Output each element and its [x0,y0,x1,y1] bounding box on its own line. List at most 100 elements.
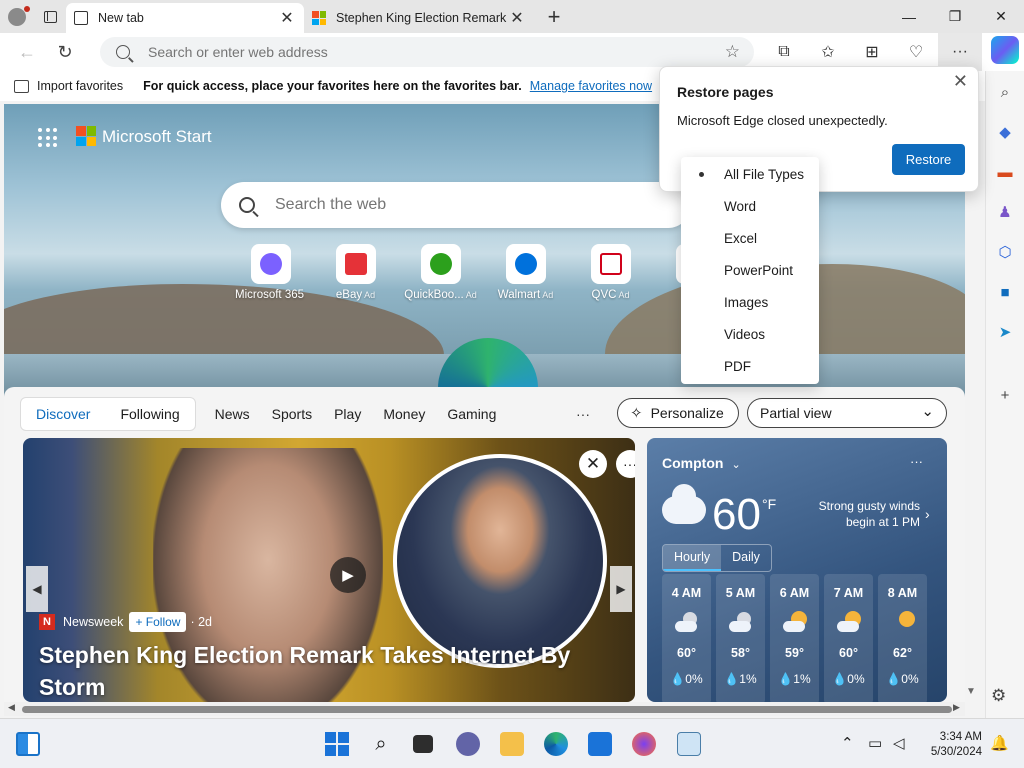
add-sidebar-app-icon[interactable]: + [995,385,1015,405]
chevron-right-icon[interactable]: › [925,506,930,522]
import-favorites-button[interactable]: Import favorites [37,79,123,93]
forecast-hour: 8 AM 62° 💧0% [878,574,927,702]
tools-icon[interactable]: ▬ [995,162,1015,182]
weather-more-icon[interactable]: ··· [910,454,923,469]
source-name[interactable]: Newsweek [63,615,123,629]
store-icon[interactable] [588,732,612,756]
scroll-right-icon[interactable]: ▶ [953,702,960,713]
restore-window-icon[interactable]: ❐ [932,0,978,33]
weather-location[interactable]: Compton ⌄ [662,455,741,471]
scroll-down-icon[interactable]: ▼ [966,686,976,697]
horizontal-scrollbar[interactable]: ◀ ▶ [4,702,965,716]
notification-icon[interactable]: 🔔 [990,734,1009,752]
close-window-icon[interactable]: ✕ [978,0,1024,33]
tab-actions-icon[interactable] [34,0,66,33]
quicklink-label: Microsoft 365 [234,289,305,301]
close-tab-icon[interactable]: ✕ [278,8,296,28]
quicklink-qvc[interactable]: QVC Ad [568,244,653,301]
close-tab-icon[interactable]: ✕ [508,8,526,28]
nav-money[interactable]: Money [372,406,436,422]
microsoft-start-title[interactable]: Microsoft Start [102,127,212,147]
sun-cloud-icon [782,611,807,632]
menu-item-word[interactable]: Word [724,199,756,214]
microsoft-365-icon[interactable]: ⬡ [995,242,1015,262]
copilot-icon[interactable] [991,36,1019,64]
nav-gaming[interactable]: Gaming [436,406,507,422]
chevron-left-icon[interactable]: ◀ [26,566,48,612]
close-icon[interactable]: ✕ [579,450,607,478]
outlook-icon[interactable]: ■ [995,282,1015,302]
quicklink-quickbooks[interactable]: QuickBoo... Ad [398,244,483,301]
nav-play[interactable]: Play [323,406,372,422]
nav-news[interactable]: News [204,406,261,422]
new-tab-icon[interactable]: + [534,0,574,33]
hour-time: 8 AM [887,586,918,600]
task-view-icon[interactable] [413,735,433,753]
feed-more-icon[interactable]: ··· [576,406,590,422]
photos-icon[interactable] [677,732,701,756]
chevron-up-icon[interactable]: ⌃ [841,734,854,752]
chevron-right-icon[interactable]: ▶ [610,566,632,612]
quicklink-walmart[interactable]: Walmart Ad [483,244,568,301]
weather-tabs: Hourly Daily [662,544,772,572]
restore-message: Microsoft Edge closed unexpectedly. [677,113,888,128]
tab-stephen-king[interactable]: Stephen King Election Remark Takes Inter… [304,3,534,33]
games-icon[interactable]: ♟ [995,202,1015,222]
temperature-unit[interactable]: °F [762,496,776,512]
sun-cloud-icon [891,611,915,632]
weather-card[interactable]: Compton ⌄ ··· 60 °F Strong gusty winds be… [647,438,947,702]
tab-daily[interactable]: Daily [721,545,771,571]
system-clock[interactable]: 3:34 AM 5/30/2024 [922,730,982,760]
personalize-button[interactable]: ✧ Personalize [617,398,739,428]
address-bar[interactable]: ☆ [100,37,754,67]
web-search-box[interactable] [221,182,691,228]
file-explorer-icon[interactable] [500,732,524,756]
drop-icon[interactable]: ➤ [995,322,1015,342]
web-search-input[interactable] [275,196,655,214]
menu-item-pdf[interactable]: PDF [724,359,751,374]
tab-following[interactable]: Following [105,398,194,430]
close-icon[interactable]: ✕ [953,71,968,92]
back-icon[interactable]: ← [10,35,44,69]
address-input[interactable] [148,44,688,60]
follow-button[interactable]: + Follow [129,612,187,632]
search-icon[interactable]: ⌕ [995,82,1015,102]
tab-hourly[interactable]: Hourly [663,545,722,571]
restore-button[interactable]: Restore [892,144,965,175]
hour-temp: 58° [731,646,750,660]
menu-item-videos[interactable]: Videos [724,327,765,342]
favorite-star-icon[interactable]: ☆ [725,42,740,62]
more-options-icon[interactable]: ··· [616,450,635,478]
volume-icon[interactable]: ◁ [893,734,905,752]
quicklink-ebay[interactable]: eBay Ad [313,244,398,301]
app-launcher-icon[interactable] [38,128,58,148]
search-icon[interactable]: ⌕ [369,732,393,756]
story-headline[interactable]: Stephen King Election Remark Takes Inter… [39,639,599,702]
shopping-tag-icon[interactable]: ◆ [995,122,1015,142]
tab-new-tab[interactable]: New tab ✕ [66,3,304,33]
gear-icon[interactable]: ⚙ [991,686,1006,706]
profile-icon[interactable] [0,0,34,33]
chat-icon[interactable] [456,732,480,756]
network-icon[interactable]: ▭ [868,734,882,752]
menu-item-images[interactable]: Images [724,295,768,310]
menu-item-powerpoint[interactable]: PowerPoint [724,263,793,278]
edge-icon[interactable] [544,732,568,756]
menu-item-all-file-types[interactable]: All File Types [724,167,804,182]
restore-title: Restore pages [677,84,774,100]
scroll-left-icon[interactable]: ◀ [8,702,15,713]
manage-favorites-link[interactable]: Manage favorites now [530,79,652,93]
nav-sports[interactable]: Sports [261,406,323,422]
refresh-icon[interactable]: ↻ [48,35,82,69]
tab-discover[interactable]: Discover [21,398,105,430]
start-icon[interactable] [325,732,349,756]
minimize-icon[interactable]: — [886,0,932,33]
scrollbar-thumb[interactable] [22,706,952,713]
quicklink-microsoft-365[interactable]: Microsoft 365 [228,244,313,301]
play-icon[interactable]: ▶ [330,557,366,593]
view-select[interactable]: Partial view ⌄ [747,398,947,428]
firefox-icon[interactable] [632,732,656,756]
menu-item-excel[interactable]: Excel [724,231,757,246]
top-story-card[interactable]: ▶ ✕ ··· ◀ ▶ N Newsweek + Follow · 2d Ste… [23,438,635,702]
widgets-icon[interactable] [16,732,40,756]
